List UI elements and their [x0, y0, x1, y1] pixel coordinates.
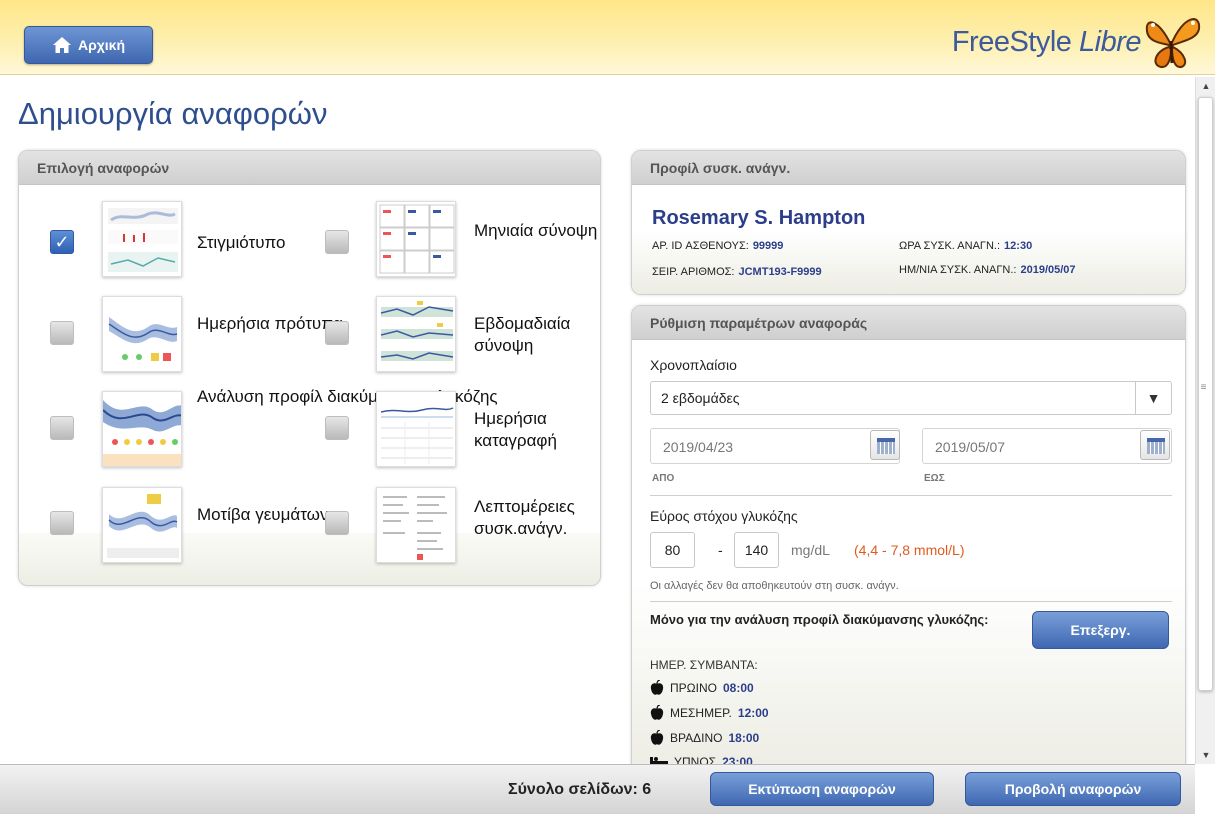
scroll-grip-icon: ≡ — [1200, 382, 1207, 393]
checkbox-meal-patterns[interactable] — [50, 511, 74, 535]
event-breakfast: ΠΡΩΙΝΟ 08:00 — [650, 680, 754, 696]
serial-number-field: ΣΕΙΡ. ΑΡΙΘΜΟΣ: JCMT193-F9999 — [652, 266, 822, 278]
label-weekly-summary: Εβδομαδιαία σύνοψη — [474, 314, 571, 355]
agp-only-title: Μόνο για την ανάλυση προφίλ διακύμανσης … — [650, 612, 989, 627]
checkbox-snapshot[interactable]: ✓ — [50, 230, 74, 254]
checkbox-daily-patterns[interactable] — [50, 321, 74, 345]
home-button-label: Αρχική — [77, 37, 126, 53]
target-high-input[interactable]: 140 — [734, 532, 779, 568]
view-reports-button[interactable]: Προβολή αναφορών — [965, 772, 1181, 806]
butterfly-icon — [1145, 18, 1201, 69]
target-range-label: Εύρος στόχου γλυκόζης — [650, 508, 798, 524]
timeframe-select[interactable]: 2 εβδομάδες ▼ — [650, 381, 1172, 415]
target-low-input[interactable]: 80 — [650, 532, 695, 568]
to-date-input[interactable]: 2019/05/07 — [922, 428, 1172, 464]
apple-icon — [650, 680, 664, 695]
dropdown-arrow-icon[interactable]: ▼ — [1135, 382, 1171, 414]
from-date-input[interactable]: 2019/04/23 — [650, 428, 900, 464]
reader-date-value: 2019/05/07 — [1020, 264, 1076, 276]
target-mmol-range: (4,4 - 7,8 mmol/L) — [854, 542, 965, 558]
edit-button[interactable]: Επεξεργ. — [1032, 611, 1169, 649]
print-reports-button[interactable]: Εκτύπωση αναφορών — [710, 772, 934, 806]
daily-patterns-thumbnail — [102, 296, 182, 372]
logo-text-italic: Libre — [1079, 25, 1142, 58]
patient-name: Rosemary S. Hampton — [652, 207, 866, 229]
weekly-summary-thumbnail — [376, 296, 456, 372]
label-daily-log: Ημερήσια καταγραφή — [474, 409, 557, 450]
checkbox-daily-log[interactable] — [325, 416, 349, 440]
scroll-down-icon[interactable]: ▼ — [1196, 750, 1215, 760]
meter-profile-title: Προφίλ συσκ. ανάγν. — [632, 151, 1185, 185]
from-label: ΑΠΟ — [652, 473, 675, 484]
checkbox-meter-details[interactable] — [325, 511, 349, 535]
report-settings-panel: Ρύθμιση παραμέτρων αναφοράς Χρονοπλαίσιο… — [631, 305, 1186, 775]
not-saved-note: Οι αλλαγές δεν θα αποθηκευτούν στη συσκ.… — [650, 580, 899, 592]
freestyle-libre-logo: FreeStyle Libre — [952, 10, 1203, 74]
timeframe-value: 2 εβδομάδες — [661, 390, 740, 406]
report-selection-panel: Επιλογή αναφορών ✓ Στιγμιότυπο Μηνιαία σ… — [18, 150, 601, 586]
timeframe-label: Χρονοπλαίσιο — [650, 357, 737, 373]
meal-patterns-thumbnail — [102, 487, 182, 563]
scroll-up-icon[interactable]: ▲ — [1196, 81, 1215, 91]
target-separator: - — [718, 542, 723, 558]
scrollbar-thumb[interactable] — [1198, 97, 1213, 691]
target-unit: mg/dL — [791, 542, 830, 558]
checkbox-glucose-profile[interactable] — [50, 416, 74, 440]
reader-date-field: ΗΜ/ΝΙΑ ΣΥΣΚ. ΑΝΑΓΝ.: 2019/05/07 — [899, 264, 1076, 276]
apple-icon — [650, 705, 664, 720]
home-button[interactable]: Αρχική — [24, 26, 153, 64]
report-selection-title: Επιλογή αναφορών — [19, 151, 600, 185]
logo-text: FreeStyle — [951, 25, 1072, 58]
patient-id-field: ΑΡ. ID ΑΣΘΕΝΟΥΣ: 99999 — [652, 240, 784, 252]
serial-number-value: JCMT193-F9999 — [738, 266, 822, 278]
patient-id-value: 99999 — [752, 240, 784, 252]
label-daily-patterns: Ημερήσια πρότυπα — [197, 314, 343, 333]
top-bar: Αρχική FreeStyle Libre — [0, 0, 1215, 75]
label-meter-details: Λεπτομέρειες συσκ.ανάγν. — [474, 497, 575, 538]
apple-icon — [650, 730, 664, 745]
from-calendar-icon[interactable] — [870, 430, 900, 460]
reader-time-field: ΩΡΑ ΣΥΣΚ. ΑΝΑΓΝ.: 12:30 — [899, 240, 1033, 252]
glucose-profile-thumbnail — [102, 391, 182, 467]
total-pages: Σύνολο σελίδων: 6 — [508, 781, 652, 798]
reader-time-value: 12:30 — [1004, 240, 1033, 252]
event-lunch: ΜΕΣΗΜΕΡ. 12:00 — [650, 705, 769, 721]
to-label: ΕΩΣ — [924, 473, 945, 484]
label-snapshot: Στιγμιότυπο — [197, 233, 286, 252]
to-calendar-icon[interactable] — [1140, 430, 1170, 460]
monthly-summary-thumbnail — [376, 201, 456, 277]
meter-profile-panel: Προφίλ συσκ. ανάγν. Rosemary S. Hampton … — [631, 150, 1186, 295]
vertical-scrollbar[interactable]: ▲ ≡ ▼ — [1195, 77, 1215, 764]
bottom-action-bar: Σύνολο σελίδων: 6 Εκτύπωση αναφορών Προβ… — [0, 764, 1195, 814]
checkbox-monthly-summary[interactable] — [325, 230, 349, 254]
label-monthly-summary: Μηνιαία σύνοψη — [474, 221, 598, 240]
report-settings-title: Ρύθμιση παραμέτρων αναφοράς — [632, 306, 1185, 340]
daily-events-label: ΗΜΕΡ. ΣΥΜΒΑΝΤΑ: — [650, 658, 758, 672]
daily-log-thumbnail — [376, 391, 456, 467]
checkbox-weekly-summary[interactable] — [325, 321, 349, 345]
home-icon — [52, 37, 71, 53]
page-title: Δημιουργία αναφορών — [18, 96, 328, 131]
snapshot-thumbnail — [102, 201, 182, 277]
meter-details-thumbnail — [376, 487, 456, 563]
label-meal-patterns: Μοτίβα γευμάτων — [197, 505, 329, 524]
event-dinner: ΒΡΑΔΙΝΟ 18:00 — [650, 730, 759, 746]
